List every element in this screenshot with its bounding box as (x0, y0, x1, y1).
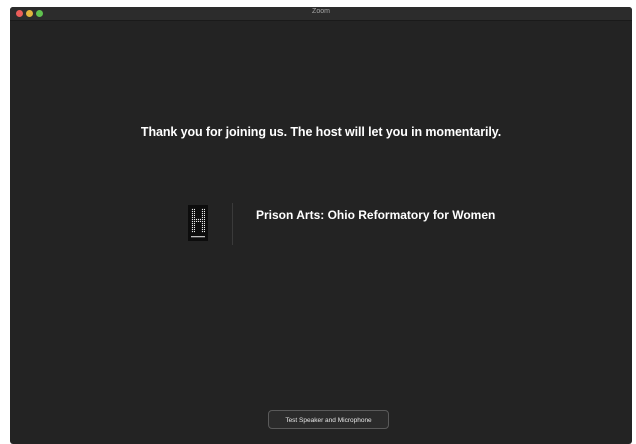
zoom-waiting-room-window: Zoom Thank you for joining us. The host … (10, 7, 632, 444)
waiting-room-message: Thank you for joining us. The host will … (140, 125, 502, 139)
harmony-logo-icon (188, 205, 208, 241)
logo-title-divider (232, 203, 233, 245)
meeting-title: Prison Arts: Ohio Reformatory for Women (256, 208, 496, 222)
title-bar: Zoom (10, 7, 632, 21)
window-title: Zoom (312, 8, 330, 15)
test-speaker-microphone-button[interactable]: Test Speaker and Microphone (268, 410, 389, 429)
